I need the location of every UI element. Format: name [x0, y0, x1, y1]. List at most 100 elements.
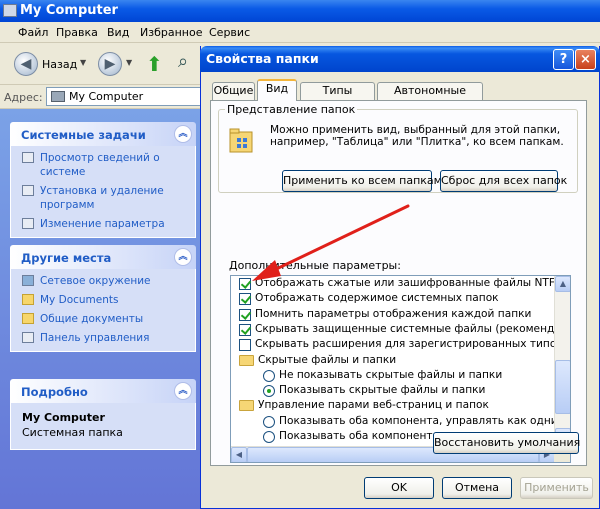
setting-row-check[interactable]: Скрывать защищенные системные файлы (рек… [235, 323, 567, 338]
checkbox[interactable] [239, 339, 251, 352]
task-label: Установка и удаление программ [40, 185, 164, 211]
tab-file-types[interactable]: Типы файлов [300, 82, 375, 113]
ok-button[interactable]: OK [364, 477, 434, 499]
dialog-title: Свойства папки [206, 51, 319, 66]
setting-label: Скрывать защищенные системные файлы (рек… [255, 322, 567, 335]
computer-icon [51, 91, 65, 102]
details-type: Системная папка [22, 426, 123, 439]
collapse-chevron-icon[interactable]: ︽ [174, 248, 192, 266]
setting-row-check[interactable]: Отображать сжатые или зашифрованные файл… [235, 277, 567, 292]
window-titlebar[interactable]: My Computer [0, 0, 600, 22]
forward-dropdown-icon[interactable]: ▼ [126, 58, 132, 67]
panel-title: Системные задачи [21, 128, 146, 142]
details-panel: Подробно ︽ My Computer Системная папка [10, 379, 196, 450]
collapse-chevron-icon[interactable]: ︽ [174, 382, 192, 400]
collapse-chevron-icon[interactable]: ︽ [174, 125, 192, 143]
reset-all-folders-button[interactable]: Сброс для всех папок [440, 170, 567, 192]
task-label: Изменение параметра [40, 218, 165, 230]
radio-button[interactable] [263, 415, 275, 428]
folder-icon [239, 354, 254, 366]
apply-button[interactable]: Применить [520, 477, 593, 499]
setting-row-radio[interactable]: Не показывать скрытые файлы и папки [259, 368, 570, 384]
dialog-titlebar[interactable]: Свойства папки ? × [200, 46, 600, 72]
setting-row-check[interactable]: Помнить параметры отображения каждой пап… [235, 308, 567, 323]
details-header[interactable]: Подробно ︽ [10, 379, 196, 403]
place-network[interactable]: Сетевое окружение [22, 274, 195, 288]
setting-label: Управление парами веб-страниц и папок [258, 399, 489, 412]
cancel-button[interactable]: Отмена [442, 477, 512, 499]
setting-label: Показывать оба компонента, управлять как… [279, 414, 570, 427]
help-icon[interactable]: ? [553, 49, 574, 70]
setting-label: Отображать сжатые или зашифрованные файл… [255, 277, 567, 289]
forward-arrow-icon[interactable]: ▶ [98, 52, 122, 76]
checkbox[interactable] [239, 293, 251, 306]
setting-row-folder: Скрытые файлы и папки [235, 354, 567, 369]
radio-button[interactable] [263, 385, 275, 398]
setting-row-folder: Управление парами веб-страниц и папок [235, 399, 567, 414]
checkbox[interactable] [239, 278, 251, 290]
scroll-thumb[interactable] [555, 360, 570, 414]
menu-favorites[interactable]: Избранное [140, 26, 202, 39]
place-label: My Documents [40, 294, 119, 306]
other-places-header[interactable]: Другие места ︽ [10, 245, 196, 269]
radio-button[interactable] [263, 369, 275, 382]
folder-view-legend: Представление папок [225, 103, 358, 116]
task-view-system-info[interactable]: Просмотр сведений о системе [22, 151, 195, 179]
menu-edit[interactable]: Правка [56, 26, 98, 39]
search-icon[interactable]: ⌕ [178, 51, 188, 72]
vertical-scrollbar[interactable]: ▲ ▼ [554, 276, 570, 444]
computer-icon [3, 4, 17, 17]
setting-row-check[interactable]: Скрывать расширения для зарегистрированн… [235, 338, 567, 353]
address-label: Адрес: [4, 91, 43, 104]
scroll-left-icon[interactable]: ◀ [231, 447, 247, 462]
advanced-settings-label: Дополнительные параметры: [229, 259, 401, 272]
task-pane: Системные задачи ︽ Просмотр сведений о с… [0, 109, 205, 509]
system-tasks-header[interactable]: Системные задачи ︽ [10, 122, 196, 146]
setting-row-radio[interactable]: Показывать оба компонента, управлять как… [259, 414, 570, 430]
menu-tools[interactable]: Сервис [209, 26, 250, 39]
system-info-icon [22, 152, 34, 163]
folder-icon [22, 313, 34, 324]
menu-bar: Файл Правка Вид Избранное Сервис [0, 22, 600, 43]
panel-title: Другие места [21, 251, 112, 265]
network-icon [22, 275, 34, 286]
details-name: My Computer [22, 411, 105, 424]
other-places-panel: Другие места ︽ Сетевое окружение My Docu… [10, 245, 196, 352]
back-dropdown-icon[interactable]: ▼ [80, 58, 86, 67]
place-label: Сетевое окружение [40, 275, 151, 287]
address-input[interactable]: My Computer [46, 87, 206, 106]
up-folder-icon[interactable]: ⬆ [146, 52, 163, 76]
restore-defaults-button[interactable]: Восстановить умолчания [433, 432, 580, 454]
address-value: My Computer [69, 90, 144, 103]
window-title: My Computer [20, 3, 118, 18]
setting-label: Помнить параметры отображения каждой пап… [255, 307, 532, 320]
back-arrow-icon[interactable]: ◀ [14, 52, 38, 76]
tab-offline-files[interactable]: Автономные файлы [377, 82, 483, 113]
folder-options-dialog: Свойства папки ? × Общие Вид Типы файлов… [200, 46, 600, 509]
menu-view[interactable]: Вид [107, 26, 129, 39]
folder-view-group: Представление папок Можно применить вид,… [218, 103, 578, 193]
folder-icon [239, 400, 254, 412]
folder-view-icon [229, 128, 253, 153]
checkbox[interactable] [239, 323, 251, 336]
task-add-remove-programs[interactable]: Установка и удаление программ [22, 184, 195, 212]
apply-to-all-folders-button[interactable]: Применить ко всем папкам [282, 170, 442, 192]
back-label[interactable]: Назад [42, 58, 77, 71]
system-tasks-panel: Системные задачи ︽ Просмотр сведений о с… [10, 122, 196, 238]
setting-row-radio[interactable]: Показывать скрытые файлы и папки [259, 384, 570, 399]
radio-button[interactable] [263, 431, 275, 443]
place-label: Общие документы [40, 313, 144, 325]
scroll-up-icon[interactable]: ▲ [555, 276, 570, 292]
close-icon[interactable]: × [575, 49, 596, 70]
setting-label: Не показывать скрытые файлы и папки [279, 368, 503, 381]
setting-row-check[interactable]: Отображать содержимое системных папок [235, 292, 567, 307]
checkbox[interactable] [239, 308, 251, 321]
tab-view[interactable]: Вид [257, 79, 297, 101]
place-my-documents[interactable]: My Documents [22, 293, 195, 307]
tab-general[interactable]: Общие [212, 82, 255, 100]
place-shared-documents[interactable]: Общие документы [22, 312, 195, 326]
task-change-setting[interactable]: Изменение параметра [22, 217, 195, 231]
place-control-panel[interactable]: Панель управления [22, 331, 195, 345]
menu-file[interactable]: Файл [18, 26, 48, 39]
folder-view-description: Можно применить вид, выбранный для этой … [270, 124, 564, 148]
